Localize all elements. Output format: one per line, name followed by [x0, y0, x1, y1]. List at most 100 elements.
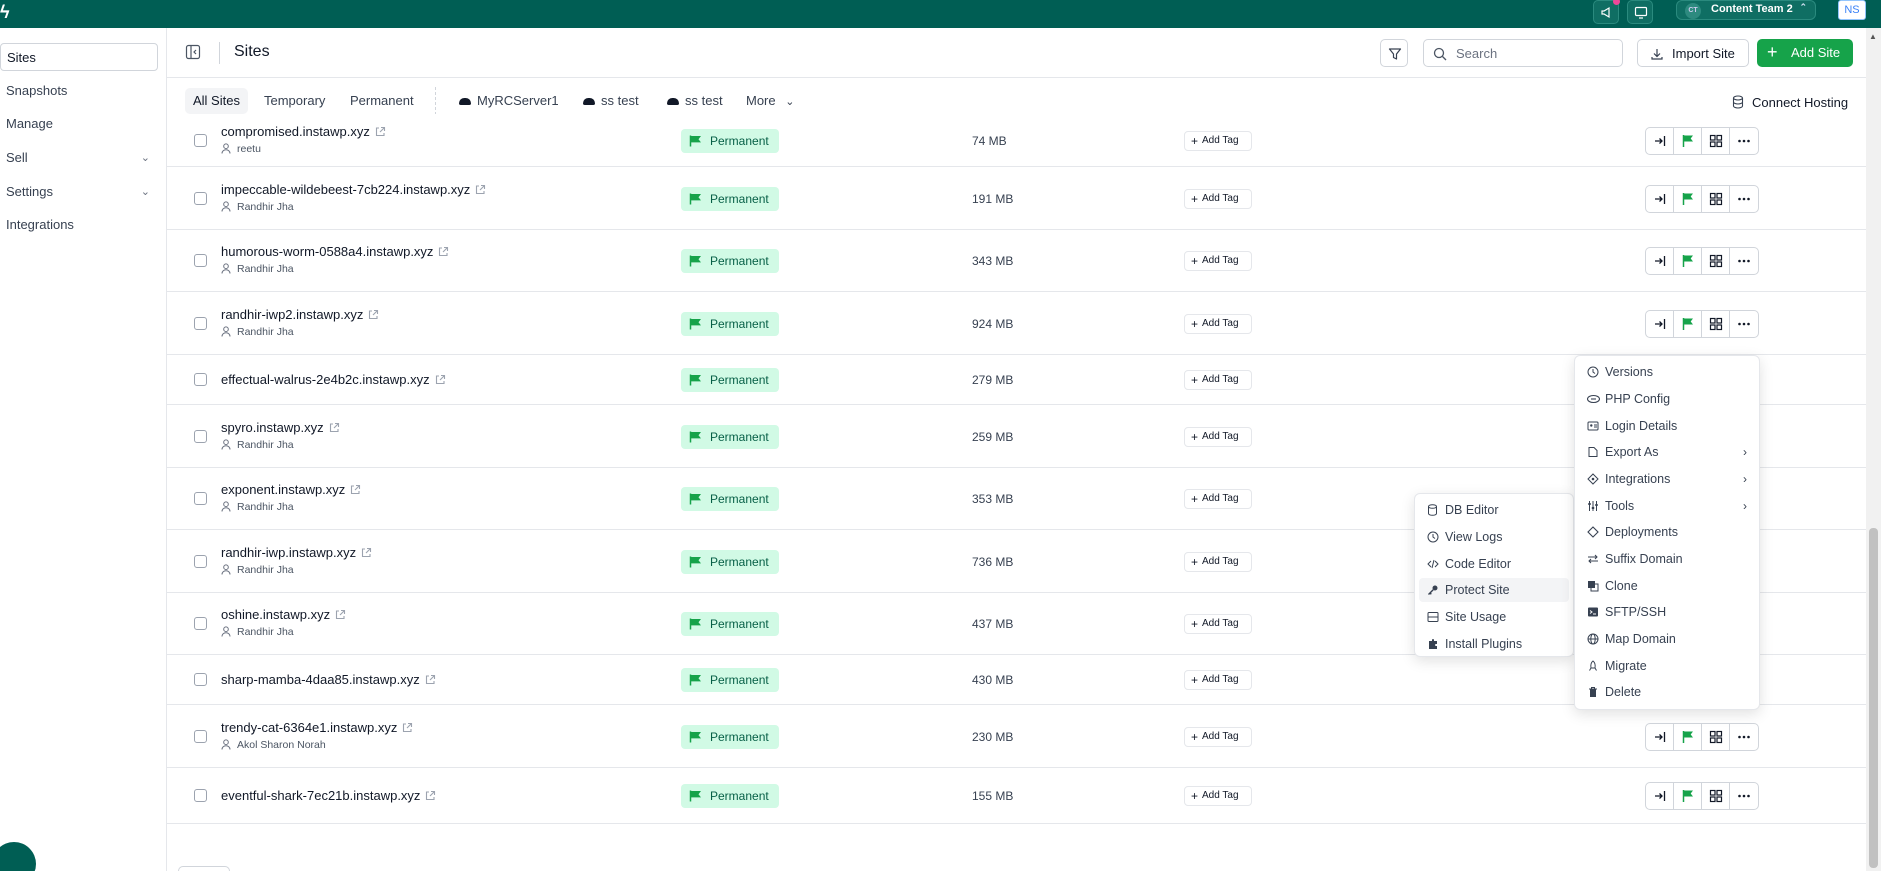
table-row[interactable]: humorous-worm-0588a4.instawp.xyz Randhir…	[167, 230, 1866, 292]
external-link-icon[interactable]	[435, 374, 446, 385]
external-link-icon[interactable]	[335, 609, 346, 620]
site-name-link[interactable]: randhir-iwp.instawp.xyz	[221, 545, 372, 560]
support-button[interactable]	[1627, 0, 1653, 24]
team-switcher[interactable]: CT Content Team 2 ⌃	[1676, 0, 1816, 20]
pagination-control[interactable]	[178, 866, 230, 871]
table-row[interactable]: trendy-cat-6364e1.instawp.xyz Akol Sharo…	[167, 705, 1866, 768]
flag-permanent-button[interactable]	[1674, 310, 1702, 337]
announcements-button[interactable]	[1593, 0, 1620, 24]
external-link-icon[interactable]	[375, 126, 386, 137]
user-avatar[interactable]: NS	[1838, 0, 1866, 20]
tab-more[interactable]: More ⌄	[738, 88, 802, 114]
table-row[interactable]: impeccable-wildebeest-7cb224.instawp.xyz…	[167, 167, 1866, 230]
external-link-icon[interactable]	[425, 674, 436, 685]
add-tag-button[interactable]: + Add Tag	[1184, 786, 1252, 806]
row-checkbox[interactable]	[194, 254, 207, 267]
menu-item-site-usage[interactable]: Site Usage	[1419, 605, 1569, 629]
external-link-icon[interactable]	[438, 246, 449, 257]
menu-item-view-logs[interactable]: View Logs	[1419, 525, 1569, 549]
add-tag-button[interactable]: + Add Tag	[1184, 188, 1252, 209]
menu-item-map-domain[interactable]: Map Domain	[1579, 627, 1755, 651]
more-actions-button[interactable]	[1730, 186, 1758, 212]
menu-item-php-config[interactable]: PHP Config	[1579, 387, 1755, 411]
table-row[interactable]: randhir-iwp2.instawp.xyz Randhir Jha Per…	[167, 292, 1866, 355]
app-logo[interactable]: ϟ	[0, 2, 10, 23]
add-tag-button[interactable]: + Add Tag	[1184, 614, 1252, 634]
row-checkbox[interactable]	[194, 429, 207, 443]
add-tag-button[interactable]: + Add Tag	[1184, 426, 1252, 447]
login-button[interactable]	[1646, 185, 1674, 212]
external-link-icon[interactable]	[350, 484, 361, 495]
row-checkbox[interactable]	[194, 617, 207, 630]
external-link-icon[interactable]	[475, 184, 486, 195]
add-tag-button[interactable]: + Add Tag	[1184, 313, 1252, 334]
add-tag-button[interactable]: + Add Tag	[1184, 670, 1252, 690]
flag-permanent-button[interactable]	[1674, 185, 1702, 212]
add-tag-button[interactable]: + Add Tag	[1184, 726, 1252, 747]
table-row[interactable]: compromised.instawp.xyz reetu Permanent …	[167, 114, 1866, 167]
tab-server-ss-test[interactable]: ss test	[575, 88, 647, 114]
login-button[interactable]	[1646, 248, 1674, 274]
row-checkbox[interactable]	[194, 554, 207, 568]
row-checkbox[interactable]	[194, 316, 207, 330]
flag-permanent-button[interactable]	[1674, 783, 1702, 809]
filter-button[interactable]	[1380, 39, 1408, 67]
sidebar-item-sell[interactable]: Sell ⌄	[0, 144, 158, 172]
menu-item-sftp-ssh[interactable]: SFTP/SSH	[1579, 600, 1755, 624]
login-button[interactable]	[1646, 783, 1674, 809]
login-button[interactable]	[1646, 127, 1674, 154]
apps-button[interactable]	[1702, 248, 1730, 274]
add-tag-button[interactable]: + Add Tag	[1184, 130, 1252, 151]
more-actions-button[interactable]	[1730, 783, 1758, 809]
row-checkbox[interactable]	[194, 133, 207, 147]
row-checkbox[interactable]	[194, 373, 207, 386]
site-name-link[interactable]: eventful-shark-7ec21b.instawp.xyz	[221, 788, 436, 803]
apps-button[interactable]	[1702, 127, 1730, 154]
menu-item-suffix-domain[interactable]: Suffix Domain	[1579, 547, 1755, 571]
more-actions-button[interactable]	[1730, 311, 1758, 337]
site-name-link[interactable]: randhir-iwp2.instawp.xyz	[221, 307, 379, 322]
sidebar-item-snapshots[interactable]: Snapshots	[0, 77, 158, 105]
flag-permanent-button[interactable]	[1674, 127, 1702, 154]
site-name-link[interactable]: exponent.instawp.xyz	[221, 482, 361, 497]
flag-permanent-button[interactable]	[1674, 248, 1702, 274]
login-button[interactable]	[1646, 723, 1674, 750]
site-name-link[interactable]: effectual-walrus-2e4b2c.instawp.xyz	[221, 372, 446, 387]
site-name-link[interactable]: compromised.instawp.xyz	[221, 124, 386, 139]
search-input[interactable]	[1456, 44, 1616, 62]
tab-server-ss-test-2[interactable]: ss test	[659, 88, 731, 114]
row-checkbox[interactable]	[194, 492, 207, 505]
external-link-icon[interactable]	[368, 309, 379, 320]
tab-temporary[interactable]: Temporary	[256, 88, 333, 114]
collapse-sidebar-button[interactable]	[185, 44, 201, 63]
menu-item-versions[interactable]: Versions	[1579, 360, 1755, 384]
add-tag-button[interactable]: + Add Tag	[1184, 370, 1252, 390]
menu-item-delete[interactable]: Delete	[1579, 680, 1755, 704]
tab-permanent[interactable]: Permanent	[342, 88, 422, 114]
more-actions-button[interactable]	[1730, 128, 1758, 154]
sidebar-item-sites[interactable]: Sites	[0, 43, 158, 71]
sidebar-item-manage[interactable]: Manage	[0, 110, 158, 138]
row-checkbox[interactable]	[194, 191, 207, 205]
site-name-link[interactable]: oshine.instawp.xyz	[221, 607, 346, 622]
sidebar-item-integrations[interactable]: Integrations	[0, 211, 158, 239]
add-tag-button[interactable]: + Add Tag	[1184, 489, 1252, 509]
login-button[interactable]	[1646, 310, 1674, 337]
add-tag-button[interactable]: + Add Tag	[1184, 551, 1252, 572]
row-checkbox[interactable]	[194, 729, 207, 743]
site-name-link[interactable]: spyro.instawp.xyz	[221, 420, 340, 435]
menu-item-tools[interactable]: Tools ›	[1579, 494, 1755, 518]
menu-item-db-editor[interactable]: DB Editor	[1419, 498, 1569, 522]
menu-item-install-plugins[interactable]: Install Plugins	[1419, 632, 1569, 656]
site-name-link[interactable]: impeccable-wildebeest-7cb224.instawp.xyz	[221, 182, 486, 197]
apps-button[interactable]	[1702, 723, 1730, 750]
add-tag-button[interactable]: + Add Tag	[1184, 251, 1252, 271]
menu-item-login-details[interactable]: Login Details	[1579, 414, 1755, 438]
scroll-up-arrow-icon[interactable]: ▲	[1869, 32, 1877, 41]
page-scrollbar[interactable]: ▲	[1866, 28, 1881, 871]
import-site-button[interactable]: Import Site	[1637, 39, 1749, 67]
apps-button[interactable]	[1702, 783, 1730, 809]
apps-button[interactable]	[1702, 185, 1730, 212]
table-row[interactable]: eventful-shark-7ec21b.instawp.xyz Perman…	[167, 768, 1866, 824]
menu-item-clone[interactable]: Clone	[1579, 574, 1755, 598]
